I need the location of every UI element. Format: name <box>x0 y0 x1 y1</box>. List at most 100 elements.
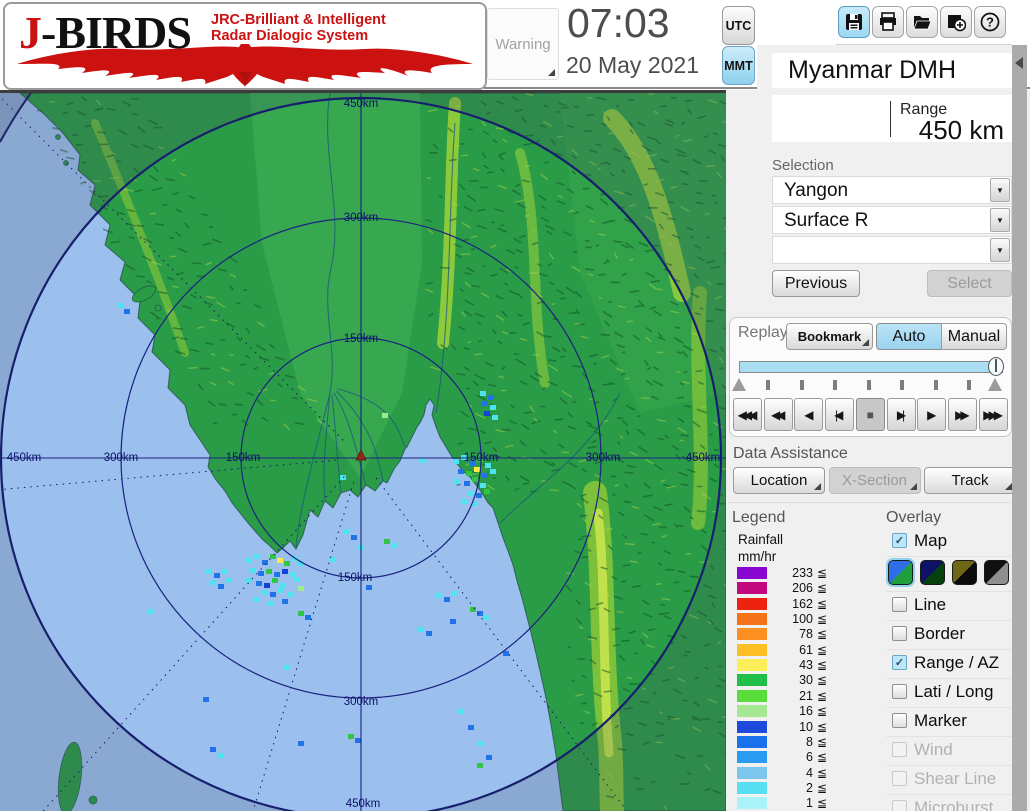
legend-operator: ≦ <box>817 704 827 718</box>
chevron-down-icon[interactable]: ▼ <box>990 238 1010 262</box>
legend-value: 61 <box>769 643 813 657</box>
legend-row: 8≦ <box>737 735 857 749</box>
track-button[interactable]: Track <box>924 467 1016 494</box>
utc-toggle-button[interactable]: UTC <box>722 6 755 45</box>
timeline-tick <box>766 380 770 390</box>
replay-timeline-slider[interactable] <box>739 361 1003 373</box>
overlay-checkbox-range-az[interactable]: ✓ <box>892 655 907 670</box>
print-button[interactable] <box>872 6 904 38</box>
rain-echo <box>268 601 274 606</box>
rain-echo <box>480 391 486 396</box>
legend-swatch <box>737 628 767 640</box>
panel-scrollbar[interactable] <box>1012 45 1027 811</box>
manual-mode-button[interactable]: Manual <box>941 323 1007 350</box>
overlay-checkbox-microburst[interactable] <box>892 800 907 811</box>
location-submenu-wedge <box>814 483 821 490</box>
rain-echo <box>305 615 311 620</box>
rain-echo <box>210 580 216 585</box>
open-folder-button[interactable] <box>906 6 938 38</box>
previous-button[interactable]: Previous <box>772 270 860 297</box>
help-icon: ? <box>980 12 1000 32</box>
rain-echo <box>270 554 276 559</box>
chevron-down-icon[interactable]: ▼ <box>990 178 1010 202</box>
rain-echo <box>298 586 304 591</box>
bookmark-button[interactable]: Bookmark <box>786 323 873 350</box>
legend-row: 4≦ <box>737 766 857 780</box>
rain-echo <box>270 592 276 597</box>
selection-combo-2[interactable]: Surface R▼ <box>772 206 1012 234</box>
mmt-toggle-button[interactable]: MMT <box>722 46 755 85</box>
play-reverse-button[interactable]: ◀ <box>794 398 823 431</box>
legend-swatch <box>737 705 767 717</box>
overlay-checkbox-marker[interactable] <box>892 713 907 728</box>
rain-echo <box>340 475 346 480</box>
legend-operator: ≦ <box>817 766 827 780</box>
overlay-checkbox-lati-long[interactable] <box>892 684 907 699</box>
overlay-row-microburst: Microburst <box>886 795 1012 811</box>
selection-combo-3[interactable]: ▼ <box>772 236 1012 264</box>
legend-value: 8 <box>769 735 813 749</box>
step-back-button[interactable]: |◀ <box>825 398 854 431</box>
logo-subtitle: JRC-Brilliant & Intelligent Radar Dialog… <box>211 13 386 44</box>
skip-to-start-button[interactable]: ◀◀◀ <box>733 398 762 431</box>
legend-operator: ≦ <box>817 566 827 580</box>
map-style-black-gray-button[interactable] <box>984 560 1009 585</box>
legend-operator: ≦ <box>817 689 827 703</box>
map-style-blue-green-button[interactable] <box>888 560 913 585</box>
x-section-button[interactable]: X-Section <box>829 467 921 494</box>
rain-echo <box>453 459 459 464</box>
legend-row: 61≦ <box>737 643 857 657</box>
radar-map[interactable]: 450km300km150km150km300km450km450km300km… <box>0 90 726 811</box>
chevron-down-icon[interactable]: ▼ <box>990 208 1010 232</box>
rain-echo <box>480 483 486 488</box>
overlay-checkbox-wind[interactable] <box>892 742 907 757</box>
rain-echo <box>348 734 354 739</box>
skip-to-end-button[interactable]: ▶▶▶ <box>979 398 1008 431</box>
rain-echo <box>264 583 270 588</box>
warning-button[interactable]: Warning <box>487 8 559 80</box>
legend-swatch <box>737 674 767 686</box>
step-forward-button[interactable]: ▶| <box>887 398 916 431</box>
select-button[interactable]: Select <box>927 270 1012 297</box>
legend-row: 6≦ <box>737 750 857 764</box>
overlay-checkbox-line[interactable] <box>892 597 907 612</box>
legend-value: 30 <box>769 673 813 687</box>
svg-text:?: ? <box>986 15 994 30</box>
ring-label: 450km <box>346 798 381 810</box>
combo-value: Yangon <box>784 180 848 202</box>
help-button[interactable]: ? <box>974 6 1006 38</box>
stop-button[interactable]: ■ <box>856 398 885 431</box>
rain-echo <box>474 467 480 472</box>
radar-map-canvas: 450km300km150km150km300km450km450km300km… <box>0 93 726 811</box>
add-image-button[interactable] <box>940 6 972 38</box>
fast-forward-button[interactable]: ▶▶ <box>948 398 977 431</box>
rain-echo <box>451 591 457 596</box>
legend-swatch <box>737 582 767 594</box>
legend-value: 162 <box>769 597 813 611</box>
rain-echo <box>462 499 468 504</box>
map-style-olive-black-button[interactable] <box>952 560 977 585</box>
section-separator <box>728 502 1011 503</box>
auto-mode-button[interactable]: Auto <box>876 323 942 350</box>
save-button[interactable] <box>838 6 870 38</box>
overlay-label: Line <box>914 595 946 615</box>
rain-echo <box>290 572 296 577</box>
overlay-checkbox-map[interactable]: ✓ <box>892 533 907 548</box>
rain-echo <box>503 651 509 656</box>
rain-echo <box>246 578 252 583</box>
overlay-checkbox-border[interactable] <box>892 626 907 641</box>
selection-combo-1[interactable]: Yangon ▼ <box>772 176 1012 204</box>
legend-swatch <box>737 690 767 702</box>
app-logo: J-BIRDS JRC-Brilliant & Intelligent Rada… <box>3 2 487 90</box>
fast-rewind-button[interactable]: ◀◀ <box>764 398 793 431</box>
location-button[interactable]: Location <box>733 467 825 494</box>
overlay-row-border: Border <box>886 621 1012 650</box>
x-section-label: X-Section <box>842 472 907 489</box>
range-divider <box>890 101 891 137</box>
legend-row: 162≦ <box>737 597 857 611</box>
overlay-checkbox-shear-line[interactable] <box>892 771 907 786</box>
map-style-navy-darkgreen-button[interactable] <box>920 560 945 585</box>
replay-slider-handle[interactable] <box>988 357 1004 376</box>
rain-echo <box>490 405 496 410</box>
play-button[interactable]: ▶ <box>917 398 946 431</box>
